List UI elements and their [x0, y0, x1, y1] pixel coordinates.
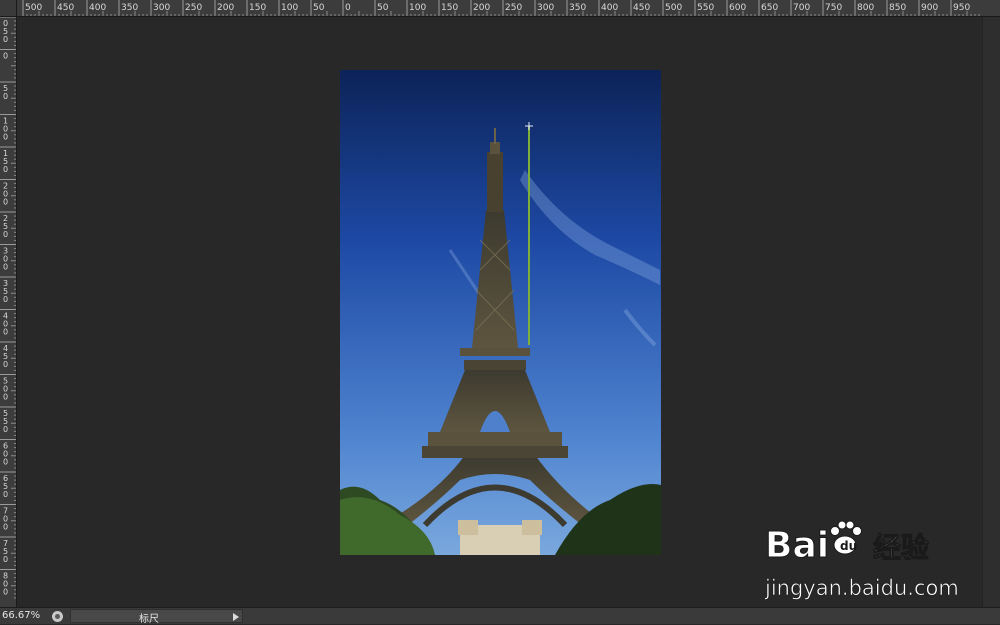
vertical-ruler[interactable]: 0500501001502002503003504004505005506006… [0, 17, 17, 607]
hruler-label: 450 [633, 3, 650, 13]
hruler-label: 700 [793, 3, 810, 13]
horizontal-ruler-ticks: 500 450 400 350 300 250 200 150 100 50 0 50 100 150 20… [22, 0, 980, 16]
status-info-field[interactable]: 标尺 [70, 609, 243, 625]
vruler-label: 450 [3, 344, 8, 369]
document-info-icon[interactable] [52, 611, 63, 622]
vruler-label: 700 [3, 507, 8, 532]
watermark-brand: Bai [765, 525, 829, 566]
hruler-label: 100 [281, 3, 298, 13]
hruler-label: 400 [89, 3, 106, 13]
hruler-label: 550 [697, 3, 714, 13]
vruler-label: 500 [3, 377, 8, 402]
hruler-label: 500 [665, 3, 682, 13]
hruler-label: 250 [505, 3, 522, 13]
hruler-label: 650 [761, 3, 778, 13]
vruler-label: 50 [3, 84, 8, 101]
hruler-label: 500 [25, 3, 42, 13]
eiffel-tower-photo[interactable] [340, 70, 661, 555]
svg-text:du: du [840, 539, 857, 553]
hruler-label: 200 [473, 3, 490, 13]
watermark-suffix: 经验 [873, 531, 929, 564]
hruler-label: 150 [249, 3, 266, 13]
hruler-label: 150 [441, 3, 458, 13]
photo-artwork [340, 70, 661, 555]
hruler-label: 450 [57, 3, 74, 13]
vruler-label: 0 [3, 52, 8, 61]
hruler-label: 100 [409, 3, 426, 13]
baidu-jingyan-watermark: Bai du 经验 jingyan.baidu.com [764, 515, 965, 605]
ruler-corner[interactable] [0, 0, 17, 17]
baidu-logo: Bai du 经验 jingyan.baidu.com [764, 520, 959, 600]
hruler-label: 350 [569, 3, 586, 13]
vruler-label: 150 [3, 149, 8, 174]
hruler-label: 850 [889, 3, 906, 13]
paw-icon: du [830, 520, 862, 555]
hruler-label: 750 [825, 3, 842, 13]
hruler-label: 50 [377, 3, 389, 13]
vruler-label: 550 [3, 409, 8, 434]
hruler-label: 350 [121, 3, 138, 13]
vruler-label: 600 [3, 442, 8, 467]
vruler-label: 300 [3, 247, 8, 272]
vruler-label: 350 [3, 279, 8, 304]
horizontal-ruler[interactable]: 500 450 400 350 300 250 200 150 100 50 0 50 100 150 20… [17, 0, 1000, 17]
vruler-label: 050 [3, 19, 8, 44]
vruler-label: 800 [3, 572, 8, 597]
hruler-label: 300 [537, 3, 554, 13]
hruler-label: 250 [185, 3, 202, 13]
watermark-url: jingyan.baidu.com [765, 576, 959, 600]
hruler-label: 900 [921, 3, 938, 13]
hruler-label: 600 [729, 3, 746, 13]
vruler-label: 200 [3, 182, 8, 207]
zoom-level[interactable]: 66.67% [2, 610, 40, 621]
hruler-label: 0 [345, 3, 351, 13]
vruler-label: 100 [3, 117, 8, 142]
status-menu-arrow-icon[interactable] [71, 610, 242, 622]
panel-edge [982, 17, 1000, 607]
hruler-label: 400 [601, 3, 618, 13]
hruler-label: 200 [217, 3, 234, 13]
status-bar: 66.67% 标尺 [0, 607, 1000, 625]
hruler-label: 950 [953, 3, 970, 13]
hruler-label: 300 [153, 3, 170, 13]
vruler-label: 650 [3, 474, 8, 499]
vruler-label: 400 [3, 312, 8, 337]
vertical-ruler-ticks: 0 5 005 01 0 01 5 02 0 02 5 03 0 03 5 04 0 04 5 05 0 05 5 06 0 06… [0, 17, 16, 599]
hruler-label: 800 [857, 3, 874, 13]
vruler-label: 250 [3, 214, 8, 239]
vruler-label: 750 [3, 539, 8, 564]
hruler-label: 50 [313, 3, 325, 13]
